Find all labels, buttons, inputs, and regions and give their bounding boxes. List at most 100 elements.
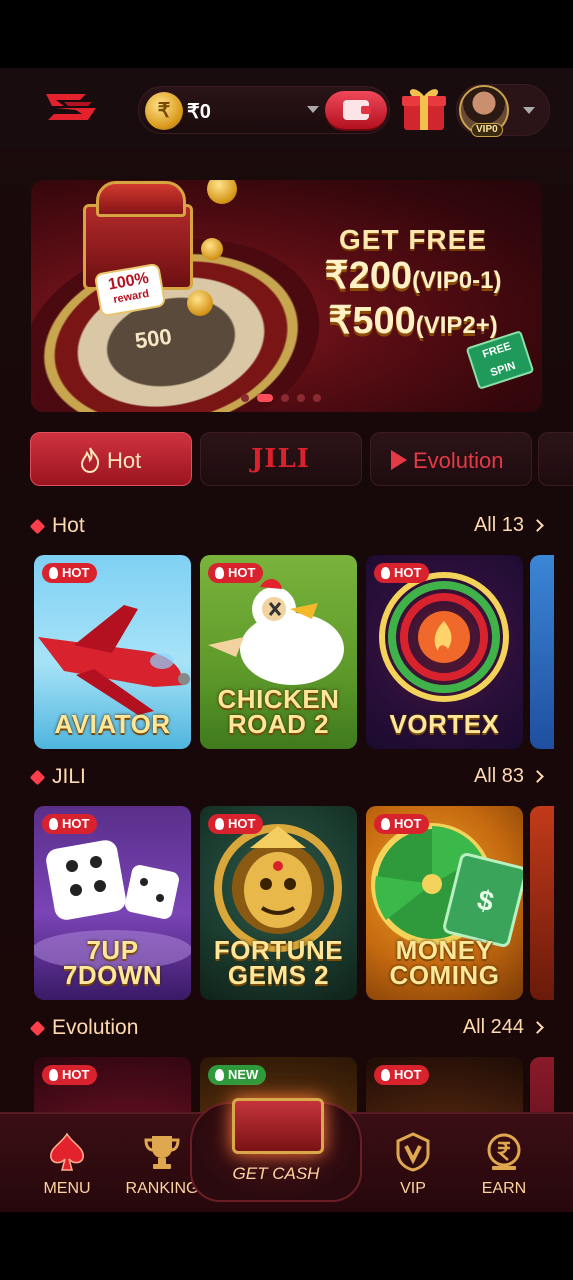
chevron-right-icon[interactable] [531,770,544,783]
promo-banner[interactable]: 100% reward 500 GET FREE ₹200(VIP0-1) ₹5… [31,180,542,412]
game-title-line: ROAD 2 [227,709,330,739]
tab-label: JILI [251,444,310,474]
game-card-7up-7down[interactable]: HOT 7UP 7DOWN [34,806,191,1000]
carousel-dot-active[interactable] [257,394,273,402]
new-badge: NEW [208,1065,267,1085]
chevron-down-icon[interactable] [523,107,535,114]
promo-headline: GET FREE [338,224,487,255]
brand-logo[interactable] [42,90,100,124]
nav-label: GET CASH [232,1164,320,1183]
section-header-jili: JILI All 83 [29,763,544,793]
wallet-button[interactable] [325,91,387,129]
balance-amount: ₹0 [187,101,211,123]
spade-icon [50,1132,84,1171]
chevron-right-icon[interactable] [531,1021,544,1034]
nav-label: VIP [400,1180,426,1197]
coin-art [207,180,237,204]
section-title: JILI [52,765,86,788]
tab-hot[interactable]: Hot [30,432,192,486]
hot-badge: HOT [42,1065,98,1085]
diamond-icon [29,769,46,786]
promo-text: GET FREE ₹200(VIP0-1) ₹500(VIP2+) [293,224,533,346]
app-screen: ₹ ₹0 VIP0 100% reward 500 GET FREE ₹200(… [0,68,573,1212]
game-card-aviator[interactable]: HOT AVIATOR [34,555,191,749]
tab-label: Hot [107,448,142,473]
carousel-dot[interactable] [313,394,321,402]
vip-level-badge: VIP0 [471,123,503,137]
promo-line-1-amount: ₹200 [324,255,413,297]
balance-pill[interactable]: ₹ ₹0 [138,86,390,134]
promo-line-1-note: (VIP0-1) [412,267,502,294]
hot-badge: HOT [42,563,98,583]
carousel-dot[interactable] [281,394,289,402]
nav-vip[interactable]: VIP [368,1124,458,1204]
chevron-down-icon[interactable] [307,106,319,113]
game-row-hot: HOT AVIATOR HOT CHICKEN ROAD 2 HOT VORTE… [34,555,573,749]
section-title: Hot [52,514,85,537]
section-title: Evolution [52,1016,139,1039]
wallet-icon [343,100,371,120]
tab-evolution[interactable]: Evolution [370,432,532,486]
game-card-money-coming[interactable]: $ HOT MONEY COMING [366,806,523,1000]
game-title-line: GEMS 2 [227,960,330,990]
coin-art [201,238,223,260]
treasure-chest-icon [232,1098,324,1154]
wheel-number: 500 [133,323,174,354]
game-title-line: 7DOWN [62,960,163,990]
game-row-jili: HOT 7UP 7DOWN HOT FORTUNE GEMS 2 $ HOT M… [34,806,573,1000]
tab-more-partial[interactable] [538,432,573,486]
tab-label: Evolution [413,448,504,473]
top-bar: ₹ ₹0 VIP0 [0,68,573,148]
trophy-icon [144,1136,180,1169]
nav-earn[interactable]: EARN [459,1124,549,1204]
airplane-art [38,605,190,715]
evolution-logo-icon [391,450,407,470]
bottom-navigation: MENU RANKING GET CASH VIP EARN [0,1098,573,1212]
game-title: VORTEX [389,709,500,739]
carousel-dot[interactable] [297,394,305,402]
game-title: AVIATOR [54,709,171,739]
diamond-icon [29,1020,46,1037]
nav-get-cash[interactable]: GET CASH [190,1098,362,1202]
hot-badge: HOT [374,814,430,834]
game-title: FORTUNE GEMS 2 [200,937,357,990]
game-card-chicken-road-2[interactable]: HOT CHICKEN ROAD 2 [200,555,357,749]
game-title-line: COMING [389,960,500,990]
section-header-hot: Hot All 13 [29,512,544,542]
hot-badge: HOT [374,563,430,583]
chevron-right-icon[interactable] [531,519,544,532]
nav-label: EARN [481,1180,527,1197]
promo-line-1: ₹200(VIP0-1) [293,256,533,301]
nav-menu[interactable]: MENU [22,1124,112,1204]
vortex-ring-art [379,572,509,702]
see-all-link[interactable]: All 83 [474,765,524,788]
rupee-coin-icon: ₹ [145,92,183,130]
flame-icon [80,447,100,473]
game-card-fortune-gems-2[interactable]: HOT FORTUNE GEMS 2 [200,806,357,1000]
see-all-link[interactable]: All 244 [463,1016,524,1039]
game-title: MONEY COMING [366,937,523,990]
nav-label: MENU [43,1180,91,1197]
vip-shield-icon [396,1132,430,1172]
tab-jili[interactable]: JILI [200,432,362,486]
provider-tabs: Hot JILI Evolution [30,432,573,488]
coin-art [187,290,213,316]
game-card-vortex[interactable]: HOT VORTEX [366,555,523,749]
promo-line-2-note: (VIP2+) [415,312,498,339]
section-header-evolution: Evolution All 244 [29,1014,544,1044]
game-title: CHICKEN ROAD 2 [200,686,357,739]
rupee-coin-icon [487,1133,521,1170]
game-card-partial[interactable] [530,806,554,1000]
diamond-icon [29,518,46,535]
hot-badge: HOT [208,814,264,834]
game-card-partial[interactable] [530,555,554,749]
profile-pill[interactable]: VIP0 [456,84,550,137]
hot-badge: HOT [374,1065,430,1085]
hot-badge: HOT [42,814,98,834]
promo-line-2-amount: ₹500 [328,300,416,342]
see-all-link[interactable]: All 13 [474,514,524,537]
hot-badge: HOT [208,563,264,583]
gift-icon[interactable] [398,82,450,134]
carousel-dot[interactable] [241,394,249,402]
game-title: 7UP 7DOWN [34,937,191,990]
